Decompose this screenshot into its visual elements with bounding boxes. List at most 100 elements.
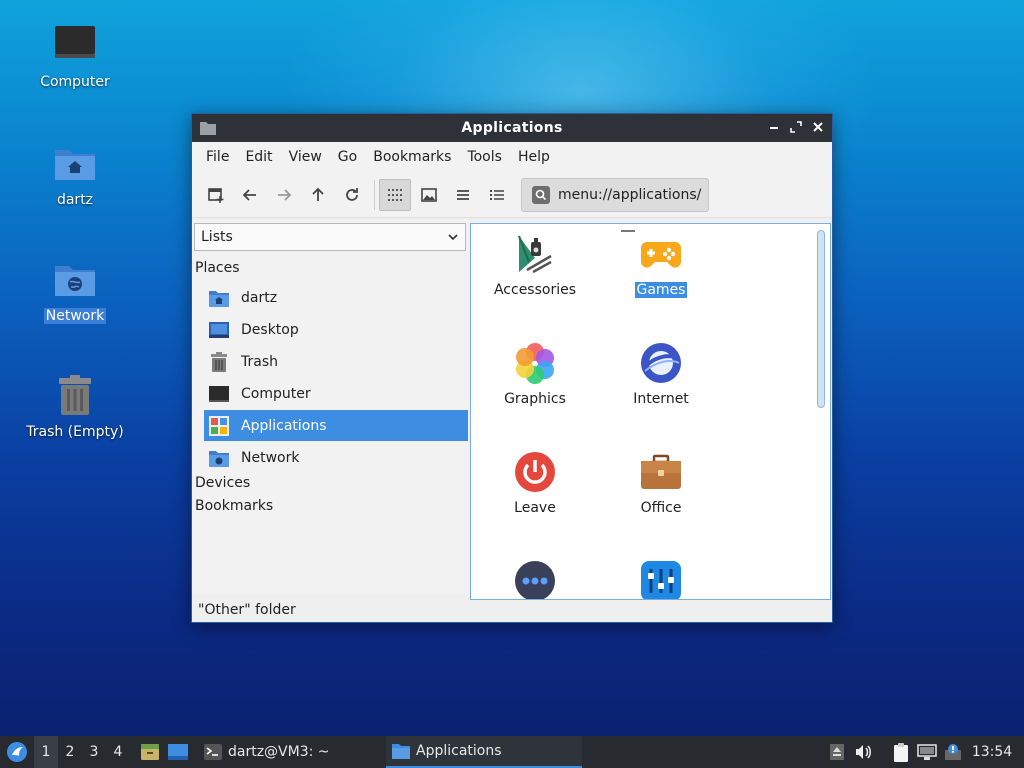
search-icon (532, 185, 550, 204)
folder-view[interactable]: Accessories Games Graphics Internet Leav… (470, 223, 831, 600)
compact-view-button[interactable] (447, 179, 479, 211)
place-item-computer[interactable]: Computer (204, 378, 468, 409)
gamepad-icon (639, 232, 683, 276)
file-manager-window: Applications File Edit View Go Bookmarks… (191, 113, 833, 623)
reload-button[interactable] (336, 179, 368, 211)
place-item-desktop[interactable]: Desktop (204, 314, 468, 345)
notification-icon[interactable] (940, 736, 966, 768)
app-folder-system-tools[interactable] (601, 559, 721, 599)
desktop-icon-computer[interactable]: Computer (20, 22, 130, 90)
grid-icon (388, 188, 402, 201)
app-folder-office[interactable]: Office (601, 450, 721, 516)
desktop-icon (208, 319, 230, 341)
side-pane: Lists Places dartz Desktop Trash Compute… (192, 220, 468, 594)
icon-view-button[interactable] (379, 178, 411, 211)
tray-updates-icon[interactable] (824, 736, 850, 768)
new-tab-button[interactable] (200, 179, 232, 211)
section-places[interactable]: Places (195, 260, 240, 276)
task-terminal[interactable]: dartz@VM3: ~ (198, 736, 386, 768)
workspace-3[interactable]: 3 (82, 736, 106, 768)
accessories-icon (513, 232, 557, 276)
folder-icon (392, 744, 410, 759)
desktop-icon-label: Trash (Empty) (26, 424, 124, 440)
menu-file[interactable]: File (198, 149, 237, 165)
trash-icon (208, 351, 230, 373)
network-folder-icon (208, 447, 230, 469)
desktop-icon-network[interactable]: Network (20, 256, 130, 324)
minimize-icon[interactable] (766, 119, 782, 135)
app-label: Accessories (493, 282, 577, 298)
section-bookmarks[interactable]: Bookmarks (195, 498, 273, 514)
app-folder-accessories[interactable]: Accessories (475, 232, 595, 298)
volume-icon[interactable] (850, 736, 876, 768)
workspace-4[interactable]: 4 (106, 736, 130, 768)
task-label: Applications (416, 743, 502, 759)
place-item-network[interactable]: Network (204, 442, 468, 473)
toolbar-separator (374, 179, 375, 210)
desktop-icon-label: dartz (56, 192, 94, 208)
app-folder-other[interactable] (475, 559, 595, 599)
place-item-trash[interactable]: Trash (204, 346, 468, 377)
app-label: Internet (633, 391, 689, 407)
detailed-list-icon (490, 189, 504, 200)
new-tab-icon (208, 187, 224, 203)
clipboard-icon[interactable] (888, 736, 914, 768)
vertical-scrollbar[interactable] (817, 230, 825, 408)
taskbar: 1 2 3 4 dartz@VM3: ~ Applications 13:54 (0, 736, 1024, 768)
computer-icon (208, 383, 230, 405)
maximize-icon[interactable] (788, 119, 804, 135)
place-item-home[interactable]: dartz (204, 282, 468, 313)
applications-icon (208, 415, 230, 437)
task-label: dartz@VM3: ~ (228, 744, 330, 760)
forward-button[interactable] (268, 179, 300, 211)
menu-view[interactable]: View (281, 149, 330, 165)
app-folder-internet[interactable]: Internet (601, 341, 721, 407)
place-item-applications[interactable]: Applications (204, 410, 468, 441)
app-folder-leave[interactable]: Leave (475, 450, 595, 516)
workspace-1[interactable]: 1 (34, 736, 58, 768)
power-icon (513, 450, 557, 494)
network-folder-icon (51, 256, 99, 304)
network-tray-icon[interactable] (914, 736, 940, 768)
place-label: Desktop (241, 321, 299, 338)
menu-bar: File Edit View Go Bookmarks Tools Help (192, 142, 832, 172)
thumbnail-view-button[interactable] (413, 179, 445, 211)
terminal-icon (204, 744, 222, 760)
app-folder-graphics[interactable]: Graphics (475, 341, 595, 407)
menu-bookmarks[interactable]: Bookmarks (365, 149, 459, 165)
menu-help[interactable]: Help (510, 149, 558, 165)
graphics-icon (513, 341, 557, 385)
back-button[interactable] (234, 179, 266, 211)
task-applications[interactable]: Applications (386, 736, 582, 768)
arrow-left-icon (242, 188, 256, 201)
location-text: menu://applications/ (558, 186, 702, 203)
trash-icon (51, 372, 99, 420)
menu-tools[interactable]: Tools (459, 149, 510, 165)
place-label: Applications (241, 417, 327, 434)
location-bar[interactable]: menu://applications/ (521, 177, 709, 212)
clock[interactable]: 13:54 (966, 736, 1018, 768)
settings-sliders-icon (639, 559, 683, 599)
side-pane-mode-select[interactable]: Lists (194, 223, 466, 251)
up-button[interactable] (302, 179, 334, 211)
monitor-icon (51, 22, 99, 70)
desktop-icon-trash[interactable]: Trash (Empty) (20, 372, 130, 440)
more-icon (513, 559, 557, 599)
title-bar[interactable]: Applications (192, 114, 832, 142)
chevron-down-icon (447, 231, 459, 247)
list-icon (457, 189, 469, 200)
desktop-icon-home[interactable]: dartz (20, 140, 130, 208)
lubuntu-logo-icon (7, 742, 27, 762)
close-icon[interactable] (810, 119, 826, 135)
menu-edit[interactable]: Edit (237, 149, 280, 165)
show-desktop-button[interactable] (164, 736, 192, 768)
file-manager-launcher[interactable] (136, 736, 164, 768)
detailed-view-button[interactable] (481, 179, 513, 211)
section-devices[interactable]: Devices (195, 475, 250, 491)
side-pane-mode-value: Lists (201, 229, 233, 245)
workspace-2[interactable]: 2 (58, 736, 82, 768)
start-menu-button[interactable] (0, 736, 34, 768)
menu-go[interactable]: Go (330, 149, 365, 165)
app-folder-games[interactable]: Games (601, 232, 721, 298)
app-label: Leave (514, 500, 556, 516)
